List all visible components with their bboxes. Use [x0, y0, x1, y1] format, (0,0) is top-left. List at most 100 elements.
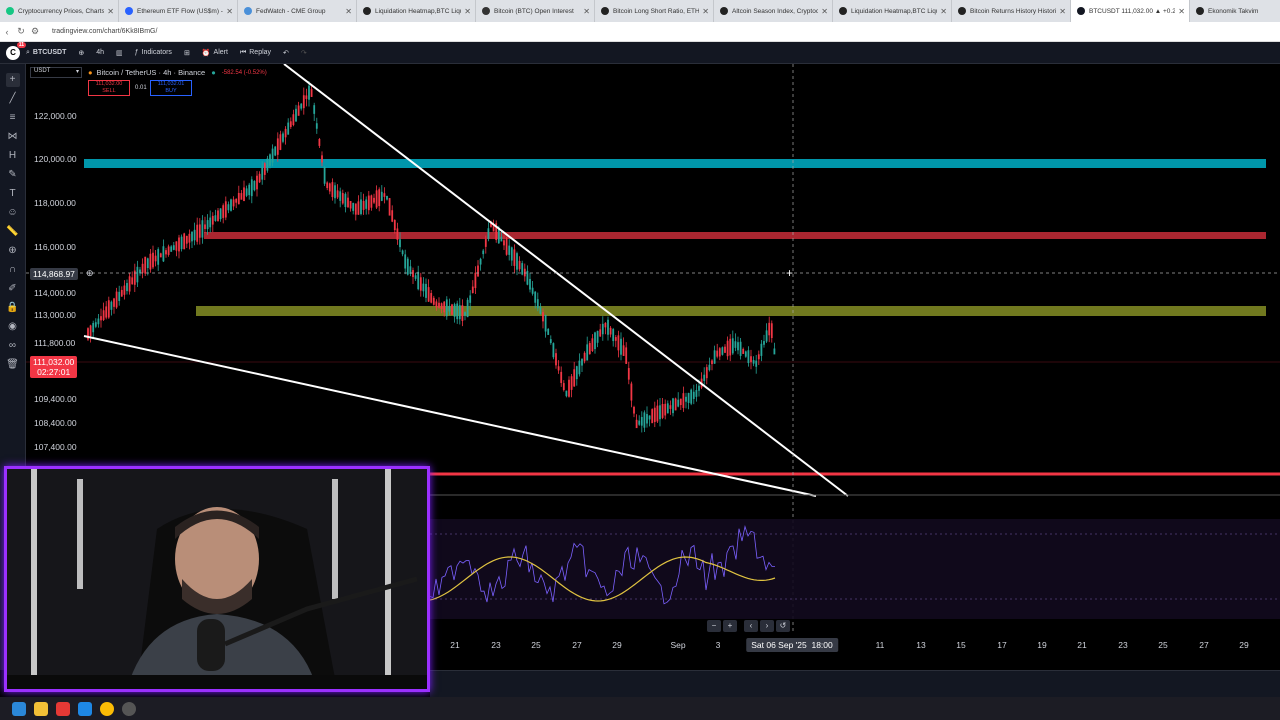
candle-body [487, 228, 490, 239]
crosshair-date: Sat 06 Sep '25 [751, 640, 807, 650]
browser-tab[interactable]: Cryptocurrency Prices, Charts ✕ [0, 0, 119, 22]
candle-body [659, 405, 661, 420]
ruler-icon[interactable]: 📏 [6, 225, 20, 239]
browser-tab[interactable]: Ethereum ETF Flow (US$m) - Fa ✕ [119, 0, 238, 22]
candle-body [227, 204, 230, 211]
zoom-out-button[interactable]: − [707, 620, 721, 632]
candle-body [773, 348, 776, 355]
candle-body [523, 268, 526, 277]
redo-icon[interactable]: ↷ [301, 49, 307, 57]
brush-icon[interactable]: ✎ [6, 168, 20, 182]
indicators-button[interactable]: ƒ Indicators [135, 49, 172, 56]
browser-tab[interactable]: Liquidation Heatmap,BTC Liqu ✕ [357, 0, 476, 22]
candle-body [471, 286, 474, 294]
folder-icon[interactable] [34, 701, 48, 716]
symbol-search[interactable]: ⌕ BTCUSDT [26, 49, 66, 57]
time-tick-label: 13 [916, 640, 926, 650]
chart-type-icon[interactable]: ▥ [116, 49, 123, 57]
price-tick-label: 113,000.00 [34, 310, 76, 320]
close-icon[interactable]: ✕ [821, 7, 828, 16]
cursor-icon: + [786, 266, 793, 280]
sell-button[interactable]: 111,032.00 SELL [88, 80, 130, 96]
currency-select-label: USDT [34, 68, 51, 74]
undo-icon[interactable]: ↶ [283, 49, 289, 57]
reload-icon[interactable]: ↻ [14, 26, 28, 37]
browser-tab[interactable]: Bitcoin (BTC) Open Interest ✕ [476, 0, 595, 22]
candle-body [321, 155, 323, 163]
eye-icon[interactable]: ◉ [6, 320, 20, 334]
candle-body [427, 287, 430, 302]
price-tick-label: 107,400.00 [34, 442, 77, 452]
browser-tab[interactable]: BTCUSDT 111,032.00 ▲ +0.27%✕ [1071, 0, 1190, 22]
site-info-icon[interactable]: ⚙ [28, 26, 42, 37]
fib-icon[interactable]: ≡ [6, 111, 20, 125]
trash-icon[interactable]: 🗑 [6, 358, 20, 372]
candle-body [570, 376, 573, 390]
zoom-icon[interactable]: ⊕ [6, 244, 20, 258]
browser-tab[interactable]: Liquidation Heatmap,BTC Liqu ✕ [833, 0, 952, 22]
close-icon[interactable]: ✕ [464, 7, 471, 16]
eye-icon[interactable]: ● [88, 68, 93, 77]
trendline-icon[interactable]: ╱ [6, 92, 20, 106]
candle-body [386, 195, 388, 200]
zoom-in-button[interactable]: + [723, 620, 737, 632]
link-icon[interactable]: ∞ [6, 339, 20, 353]
tradingview-logo[interactable]: C 11 [6, 41, 26, 60]
candle-body [716, 350, 719, 357]
close-icon[interactable]: ✕ [1178, 7, 1185, 16]
browser-tab[interactable]: Bitcoin Long Short Ratio, ETH L ✕ [595, 0, 714, 22]
close-icon[interactable]: ✕ [107, 7, 114, 16]
emoji-icon[interactable]: ☺ [6, 206, 20, 220]
symbol-label: BTCUSDT [32, 49, 67, 56]
crosshair-icon[interactable]: + [5, 72, 20, 87]
start-icon[interactable] [12, 701, 26, 716]
candle-body [326, 182, 329, 189]
candle-body [243, 187, 245, 202]
time-tick-label: 11 [875, 640, 885, 650]
browser-tab[interactable]: Altcoin Season Index, Cryptoc ✕ [714, 0, 833, 22]
replay-button[interactable]: ⏮ Replay [240, 49, 271, 57]
browser-tab[interactable]: Bitcoin Returns History Historic ✕ [952, 0, 1071, 22]
browser-tab[interactable]: FedWatch - CME Group ✕ [238, 0, 357, 22]
alert-button[interactable]: ⏰ Alert [202, 49, 228, 57]
pattern-icon[interactable]: ⋈ [6, 130, 20, 144]
time-tick-label: 23 [1118, 640, 1128, 650]
interval-button[interactable]: 4h [96, 49, 104, 56]
scroll-right-button[interactable]: › [760, 620, 774, 632]
address-bar: ‹ ↻ ⚙ tradingview.com/chart/6Kk8IBmG/ [0, 22, 1280, 42]
candle-body [313, 105, 316, 114]
add-symbol-button[interactable]: ⊕ [78, 49, 84, 57]
magnet-icon[interactable]: ∩ [6, 263, 20, 277]
candle-body [201, 220, 204, 238]
app-icon[interactable] [122, 701, 136, 716]
close-icon[interactable]: ✕ [226, 7, 233, 16]
add-alert-icon[interactable]: ⊕ [86, 268, 94, 279]
close-icon[interactable]: ✕ [345, 7, 352, 16]
time-tick-label: 21 [450, 640, 460, 650]
candle-body [708, 364, 711, 371]
text-icon[interactable]: T [6, 187, 20, 201]
projection-icon[interactable]: H [6, 149, 20, 163]
close-icon[interactable]: ✕ [583, 7, 590, 16]
candle-body [765, 330, 768, 342]
close-icon[interactable]: ✕ [940, 7, 947, 16]
candle-body [461, 305, 464, 321]
buy-button[interactable]: 111,032.01 BUY [150, 80, 192, 96]
candle-body [347, 197, 349, 208]
stay-drawing-icon[interactable]: ✐ [6, 282, 20, 296]
candle-body [144, 256, 147, 274]
candle-body [562, 383, 565, 391]
lock-icon[interactable]: 🔒 [6, 301, 20, 315]
close-icon[interactable]: ✕ [702, 7, 709, 16]
chrome-icon[interactable] [100, 701, 114, 716]
close-icon[interactable]: ✕ [1059, 7, 1066, 16]
back-icon[interactable]: ‹ [0, 27, 14, 37]
layout-icon[interactable]: ⊞ [184, 49, 190, 57]
url-text[interactable]: tradingview.com/chart/6Kk8IBmG/ [52, 28, 157, 35]
app-icon[interactable] [78, 701, 92, 716]
app-icon[interactable] [56, 701, 70, 716]
reset-view-button[interactable]: ↺ [776, 620, 790, 632]
scroll-left-button[interactable]: ‹ [744, 620, 758, 632]
tab-title: Bitcoin Returns History Historic [970, 7, 1057, 15]
browser-tab[interactable]: Ekonomik Takvim✕ [1190, 0, 1280, 22]
